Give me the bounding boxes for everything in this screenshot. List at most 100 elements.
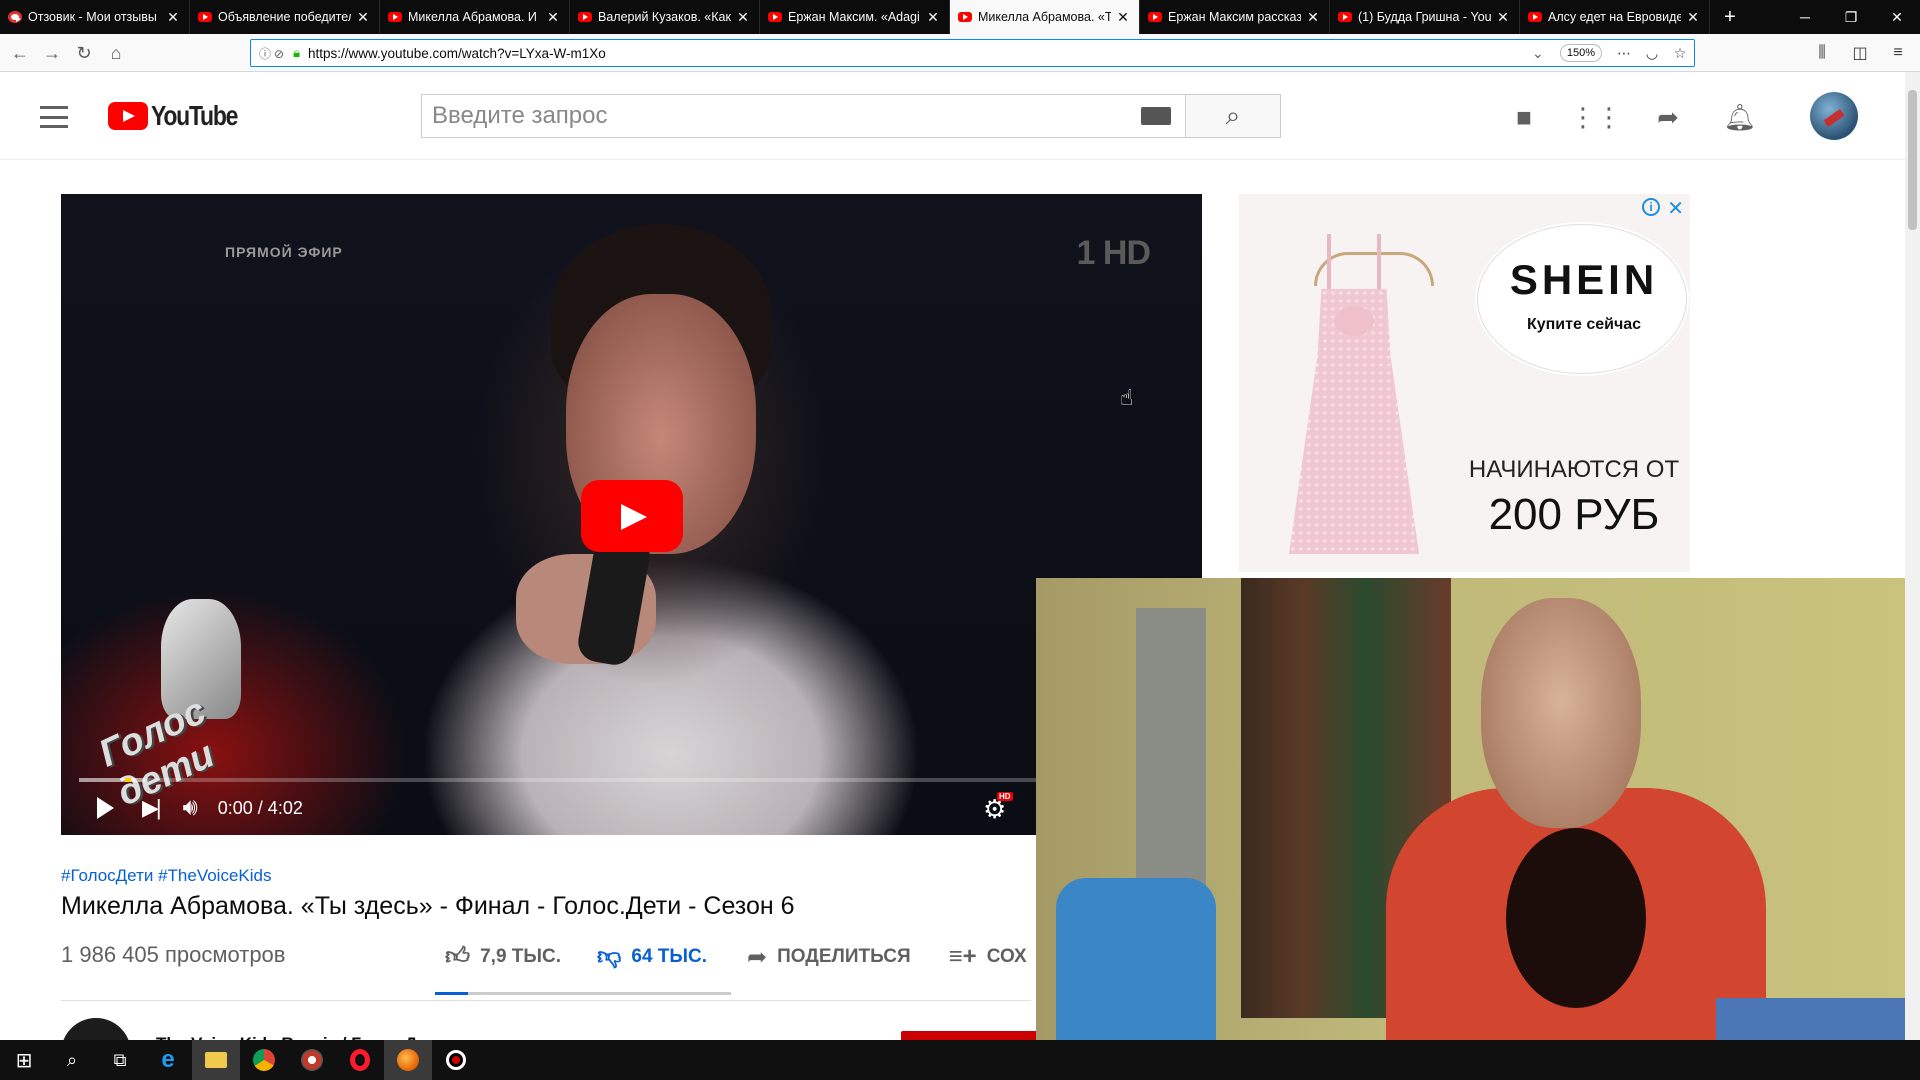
search-icon: ⌕ xyxy=(1225,100,1241,130)
hamburger-menu-icon[interactable] xyxy=(40,106,68,128)
video-hashtags[interactable]: #ГолосДети #TheVoiceKids xyxy=(61,866,271,886)
home-icon[interactable]: ⌂ xyxy=(104,41,128,65)
tab-erzhan-story[interactable]: Ержан Максим рассказ ✕ xyxy=(1140,0,1330,34)
tab-label: Ержан Максим рассказ xyxy=(1168,10,1301,24)
new-tab-button[interactable]: + xyxy=(1710,0,1750,34)
close-icon[interactable]: ✕ xyxy=(735,9,751,26)
view-count: 1 986 405 просмотров xyxy=(61,942,286,967)
sidebar-icon[interactable]: ◫ xyxy=(1848,41,1872,65)
chevron-down-icon[interactable]: ⌄ xyxy=(1526,45,1550,62)
messages-icon[interactable]: ➦ xyxy=(1652,102,1684,132)
firefox-icon[interactable] xyxy=(384,1040,432,1080)
tab-winner-announcement[interactable]: Объявление победителя ✕ xyxy=(190,0,380,34)
internet-explorer-icon[interactable]: e xyxy=(144,1040,192,1080)
ad-info-icon[interactable]: i xyxy=(1642,198,1660,216)
youtube-logo[interactable]: YouTube xyxy=(108,100,256,132)
ad-price-prefix: НАЧИНАЮТСЯ ОТ xyxy=(1468,456,1680,483)
close-icon[interactable]: ✕ xyxy=(355,9,371,26)
tab-label: Алсу едет на Евровиде xyxy=(1548,10,1681,24)
large-play-button[interactable] xyxy=(581,480,683,552)
scrollbar-thumb[interactable] xyxy=(1908,90,1917,230)
tab-label: Ержан Максим. «Adagi xyxy=(788,10,920,24)
avatar[interactable] xyxy=(1810,92,1858,140)
task-view-icon[interactable]: ⧉ xyxy=(96,1040,144,1080)
notifications-bell-icon[interactable]: 🔔︎ xyxy=(1724,102,1757,132)
tab-budda[interactable]: (1) Будда Гришна - You ✕ xyxy=(1330,0,1520,34)
apps-grid-icon[interactable]: ⋮⋮ xyxy=(1570,102,1622,132)
like-ratio-fill xyxy=(435,992,468,995)
webcam-overlay xyxy=(1036,578,1908,1075)
pop-filter-image xyxy=(1506,828,1646,1008)
tab-erzhan-adagio[interactable]: Ержан Максим. «Adagi ✕ xyxy=(760,0,950,34)
search-button[interactable]: ⌕ xyxy=(1185,94,1281,138)
upload-video-icon[interactable]: ■ xyxy=(1508,102,1540,132)
page-actions-icon[interactable]: ⋯ xyxy=(1610,45,1638,62)
share-button[interactable]: ПОДЕЛИТЬСЯ xyxy=(777,946,911,968)
forward-icon[interactable]: → xyxy=(40,41,64,65)
windows-start-icon[interactable]: ⊞ xyxy=(0,1040,48,1080)
screen-recorder-icon[interactable] xyxy=(432,1040,480,1080)
dress-bow xyxy=(1334,306,1374,336)
url-text[interactable]: https://www.youtube.com/watch?v=LYxa-W-m… xyxy=(308,46,1526,61)
address-bar[interactable]: ⓘ⊘ 🔒︎ https://www.youtube.com/watch?v=LY… xyxy=(250,39,1695,67)
browser-navbar: ← → ↻ ⌂ ⓘ⊘ 🔒︎ https://www.youtube.com/wa… xyxy=(0,34,1920,72)
taskbar-search-icon[interactable]: ⌕ xyxy=(48,1040,96,1080)
add-to-playlist-icon[interactable]: ≡+ xyxy=(949,943,977,971)
display-ad[interactable]: SHEIN Купите сейчас НАЧИНАЮТСЯ ОТ 200 РУ… xyxy=(1239,194,1690,572)
tab-label: Объявление победителя xyxy=(218,10,351,24)
back-icon[interactable]: ← xyxy=(8,41,32,65)
tab-otzovik[interactable]: Отзовик - Мои отзывы ✕ xyxy=(0,0,190,34)
progress-bar[interactable] xyxy=(79,778,1184,782)
close-icon[interactable]: ✕ xyxy=(1685,9,1701,26)
menu-icon[interactable]: ≡ xyxy=(1886,41,1910,65)
ad-close-icon[interactable]: ✕ xyxy=(1667,196,1684,221)
reload-icon[interactable]: ↻ xyxy=(72,41,96,65)
video-player[interactable]: ПРЯМОЙ ЭФИР 1 HD Голос дети ▶| 🔊︎ 0:00 /… xyxy=(61,194,1202,835)
tab-alsu[interactable]: Алсу едет на Евровиде ✕ xyxy=(1520,0,1710,34)
close-icon[interactable]: ✕ xyxy=(925,9,941,26)
close-icon[interactable]: ✕ xyxy=(1115,9,1131,26)
close-icon[interactable]: ✕ xyxy=(545,9,561,26)
opera-icon[interactable] xyxy=(336,1040,384,1080)
save-button[interactable]: СОХ xyxy=(987,946,1027,968)
pocket-icon[interactable]: ◡ xyxy=(1638,45,1666,62)
tab-mikella-1[interactable]: Микелла Абрамова. И ✕ xyxy=(380,0,570,34)
like-count[interactable]: 7,9 ТЫС. xyxy=(480,946,561,968)
volume-icon[interactable]: 🔊︎ xyxy=(183,794,198,822)
close-icon[interactable]: ✕ xyxy=(1305,9,1321,26)
tab-kuzakov[interactable]: Валерий Кузаков. «Как ✕ xyxy=(570,0,760,34)
media-player-icon[interactable] xyxy=(288,1040,336,1080)
site-info-icon[interactable]: ⓘ⊘ xyxy=(259,45,287,62)
youtube-icon xyxy=(198,12,212,22)
ad-cta[interactable]: Купите сейчас xyxy=(1494,316,1674,334)
keyboard-icon[interactable] xyxy=(1141,107,1171,125)
tab-mikella-active[interactable]: Микелла Абрамова. «Т ✕ xyxy=(950,0,1140,34)
thumbs-down-icon[interactable]: 👎︎ xyxy=(597,943,621,971)
zoom-level[interactable]: 150% xyxy=(1559,44,1602,62)
chrome-icon[interactable] xyxy=(240,1040,288,1080)
restore-icon[interactable]: ❐ xyxy=(1828,0,1874,34)
logo-text: YouTube xyxy=(151,100,238,131)
page-scrollbar[interactable] xyxy=(1905,72,1920,1040)
settings-gear-icon[interactable]: ⚙ HD xyxy=(983,792,1013,825)
divider xyxy=(61,1000,1031,1001)
hanger-image xyxy=(1314,252,1434,286)
dislike-count[interactable]: 64 ТЫС. xyxy=(631,946,707,968)
library-icon[interactable]: ⫼ xyxy=(1810,41,1834,65)
file-explorer-icon[interactable] xyxy=(192,1040,240,1080)
player-controls: ▶| 🔊︎ 0:00 / 4:02 ⚙ HD xyxy=(61,788,1202,828)
share-icon[interactable]: ➦ xyxy=(747,943,767,972)
masthead-icons: ■ ⋮⋮ ➦ 🔔︎ xyxy=(1508,102,1756,132)
search-input[interactable]: Введите запрос xyxy=(421,94,1185,138)
close-icon[interactable]: ✕ xyxy=(165,9,181,26)
thumbs-up-icon[interactable]: 👍︎ xyxy=(445,943,470,971)
next-icon[interactable]: ▶| xyxy=(142,795,162,821)
close-icon[interactable]: ✕ xyxy=(1495,9,1511,26)
play-icon[interactable] xyxy=(97,797,114,819)
voice-kids-logo: Голос дети xyxy=(91,589,311,814)
close-window-icon[interactable]: ✕ xyxy=(1874,0,1920,34)
youtube-icon xyxy=(578,12,592,22)
minimize-icon[interactable]: ─ xyxy=(1782,0,1828,34)
bookmark-star-icon[interactable]: ☆ xyxy=(1666,45,1694,62)
youtube-icon xyxy=(958,12,972,22)
